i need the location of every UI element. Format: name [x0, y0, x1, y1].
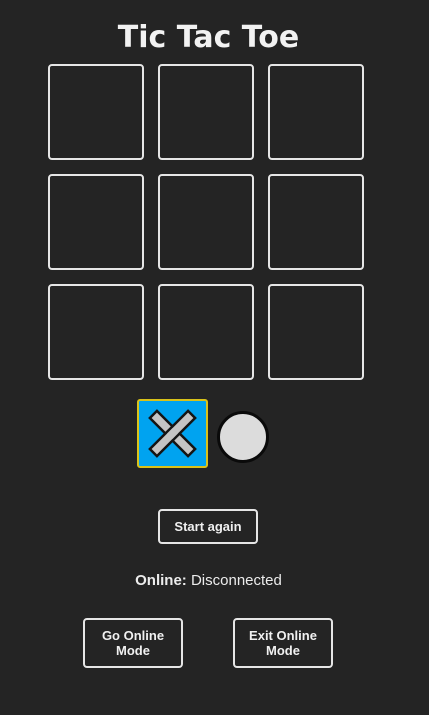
board-cell-6[interactable] [268, 174, 364, 270]
player-x-indicator [137, 399, 208, 468]
board-cell-5[interactable] [158, 174, 254, 270]
o-icon [217, 411, 269, 463]
board-cell-1[interactable] [48, 64, 144, 160]
game-board [48, 64, 368, 384]
online-status: Online: Disconnected [0, 571, 417, 591]
online-status-value: Disconnected [190, 572, 282, 589]
board-cell-2[interactable] [158, 64, 254, 160]
board-cell-8[interactable] [158, 284, 254, 380]
board-cell-3[interactable] [268, 64, 364, 160]
board-cell-4[interactable] [48, 174, 144, 270]
board-cell-9[interactable] [268, 284, 364, 380]
game-title: Tic Tac Toe [117, 20, 300, 55]
exit-online-button[interactable]: Exit Online Mode [233, 618, 333, 668]
start-again-button[interactable]: Start again [158, 509, 258, 544]
x-icon [148, 409, 197, 458]
board-cell-7[interactable] [48, 284, 144, 380]
go-online-button[interactable]: Go Online Mode [83, 618, 183, 668]
player-o-indicator [216, 410, 270, 464]
online-status-label: Online: [135, 572, 187, 589]
